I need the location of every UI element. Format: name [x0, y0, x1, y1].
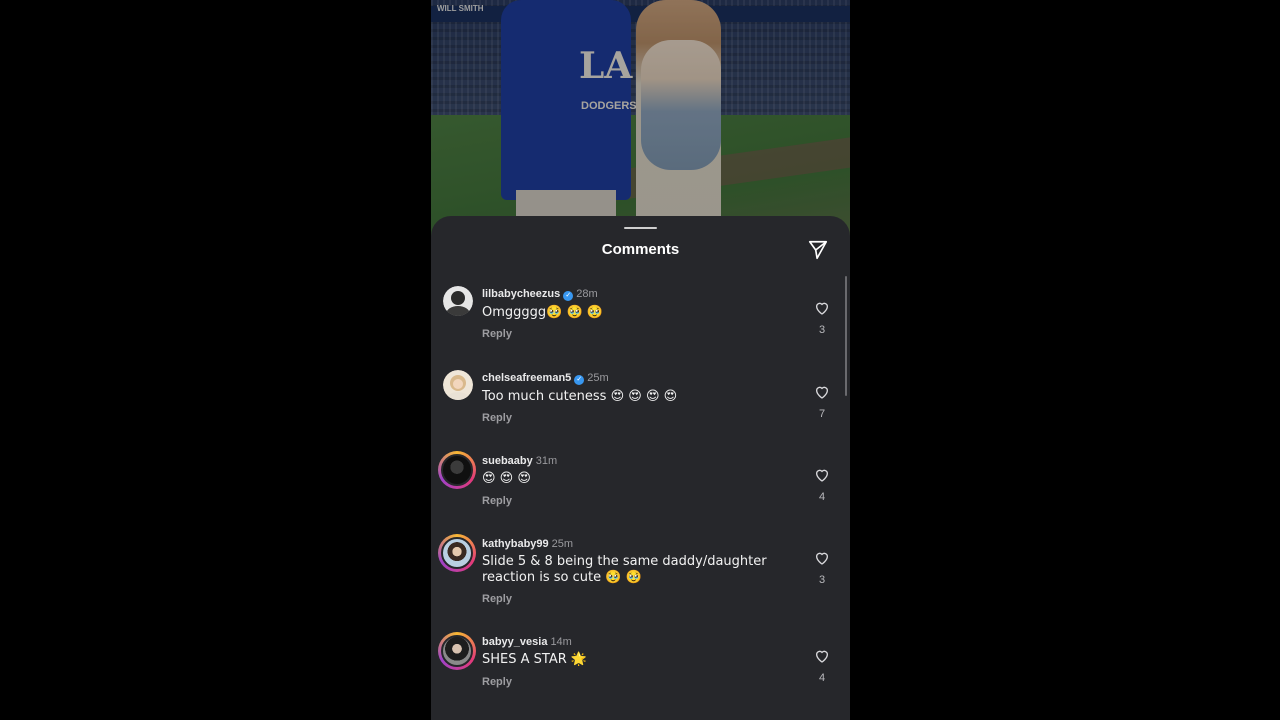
like-count: 3: [818, 574, 826, 586]
photo-dim-overlay: [431, 0, 850, 240]
like-button[interactable]: [814, 550, 830, 566]
sheet-drag-handle[interactable]: [624, 227, 657, 229]
heart-icon: [815, 650, 829, 663]
comment-time: 25m: [587, 372, 609, 384]
paper-plane-icon: [808, 240, 828, 260]
username-text[interactable]: chelseafreeman5: [482, 372, 571, 384]
verified-badge-icon: ✓: [574, 375, 585, 385]
verified-badge-icon: ✓: [563, 291, 574, 301]
heart-icon: [815, 469, 829, 482]
reply-button[interactable]: Reply: [482, 495, 512, 507]
comment-time: 28m: [576, 288, 598, 300]
comment-text: Too much cuteness 😍 😍 😍 😍: [482, 389, 678, 404]
reply-button[interactable]: Reply: [482, 412, 512, 424]
phone-screen: WILL SMITH LA DODGERS Comments lilbabych…: [431, 0, 850, 720]
comment-username[interactable]: babyy_vesia 14m: [482, 636, 572, 648]
like-button[interactable]: [814, 648, 830, 664]
like-count: 3: [818, 324, 826, 336]
reply-button[interactable]: Reply: [482, 328, 512, 340]
comment-username[interactable]: lilbabycheezus ✓ 28m: [482, 288, 598, 301]
avatar[interactable]: [443, 370, 473, 400]
username-text[interactable]: babyy_vesia: [482, 636, 547, 648]
avatar-image: [441, 537, 473, 569]
comment-text: SHES A STAR 🌟: [482, 652, 588, 667]
reply-button[interactable]: Reply: [482, 593, 512, 605]
comment-text: 😍 😍 😍: [482, 471, 531, 486]
comment-text: Omggggg🥹 🥹 🥹: [482, 305, 603, 320]
heart-icon: [815, 302, 829, 315]
comment-username[interactable]: suebaaby 31m: [482, 455, 557, 467]
like-count: 4: [818, 672, 826, 684]
scrollbar[interactable]: [845, 276, 847, 396]
reply-button[interactable]: Reply: [482, 676, 512, 688]
comment-text: Slide 5 & 8 being the same daddy/daughte…: [482, 554, 767, 585]
comment-time: 31m: [535, 455, 558, 467]
username-text[interactable]: suebaaby: [482, 455, 533, 467]
story-avatar[interactable]: [438, 451, 476, 489]
avatar-image: [441, 635, 473, 667]
story-avatar[interactable]: [438, 632, 476, 670]
like-button[interactable]: [814, 300, 830, 316]
avatar-image: [443, 286, 473, 316]
username-text[interactable]: lilbabycheezus: [482, 288, 560, 300]
like-button[interactable]: [814, 467, 830, 483]
username-text[interactable]: kathybaby99: [482, 538, 549, 550]
share-button[interactable]: [807, 239, 829, 261]
like-count: 4: [818, 491, 826, 503]
comment-username[interactable]: kathybaby99 25m: [482, 538, 573, 550]
post-photo: WILL SMITH LA DODGERS: [431, 0, 850, 240]
comment-time: 14m: [550, 636, 572, 648]
story-avatar[interactable]: [438, 534, 476, 572]
sheet-title: Comments: [601, 241, 680, 258]
comment-username[interactable]: chelseafreeman5 ✓ 25m: [482, 372, 609, 385]
heart-icon: [815, 552, 829, 565]
avatar[interactable]: [443, 286, 473, 316]
like-button[interactable]: [814, 384, 830, 400]
avatar-image: [441, 454, 473, 486]
comment-time: 25m: [551, 538, 574, 550]
heart-icon: [815, 386, 829, 399]
like-count: 7: [818, 408, 826, 420]
comments-sheet: Comments lilbabycheezus ✓ 28m Omggggg🥹 🥹 🥹: [431, 216, 850, 720]
avatar-image: [443, 370, 473, 400]
